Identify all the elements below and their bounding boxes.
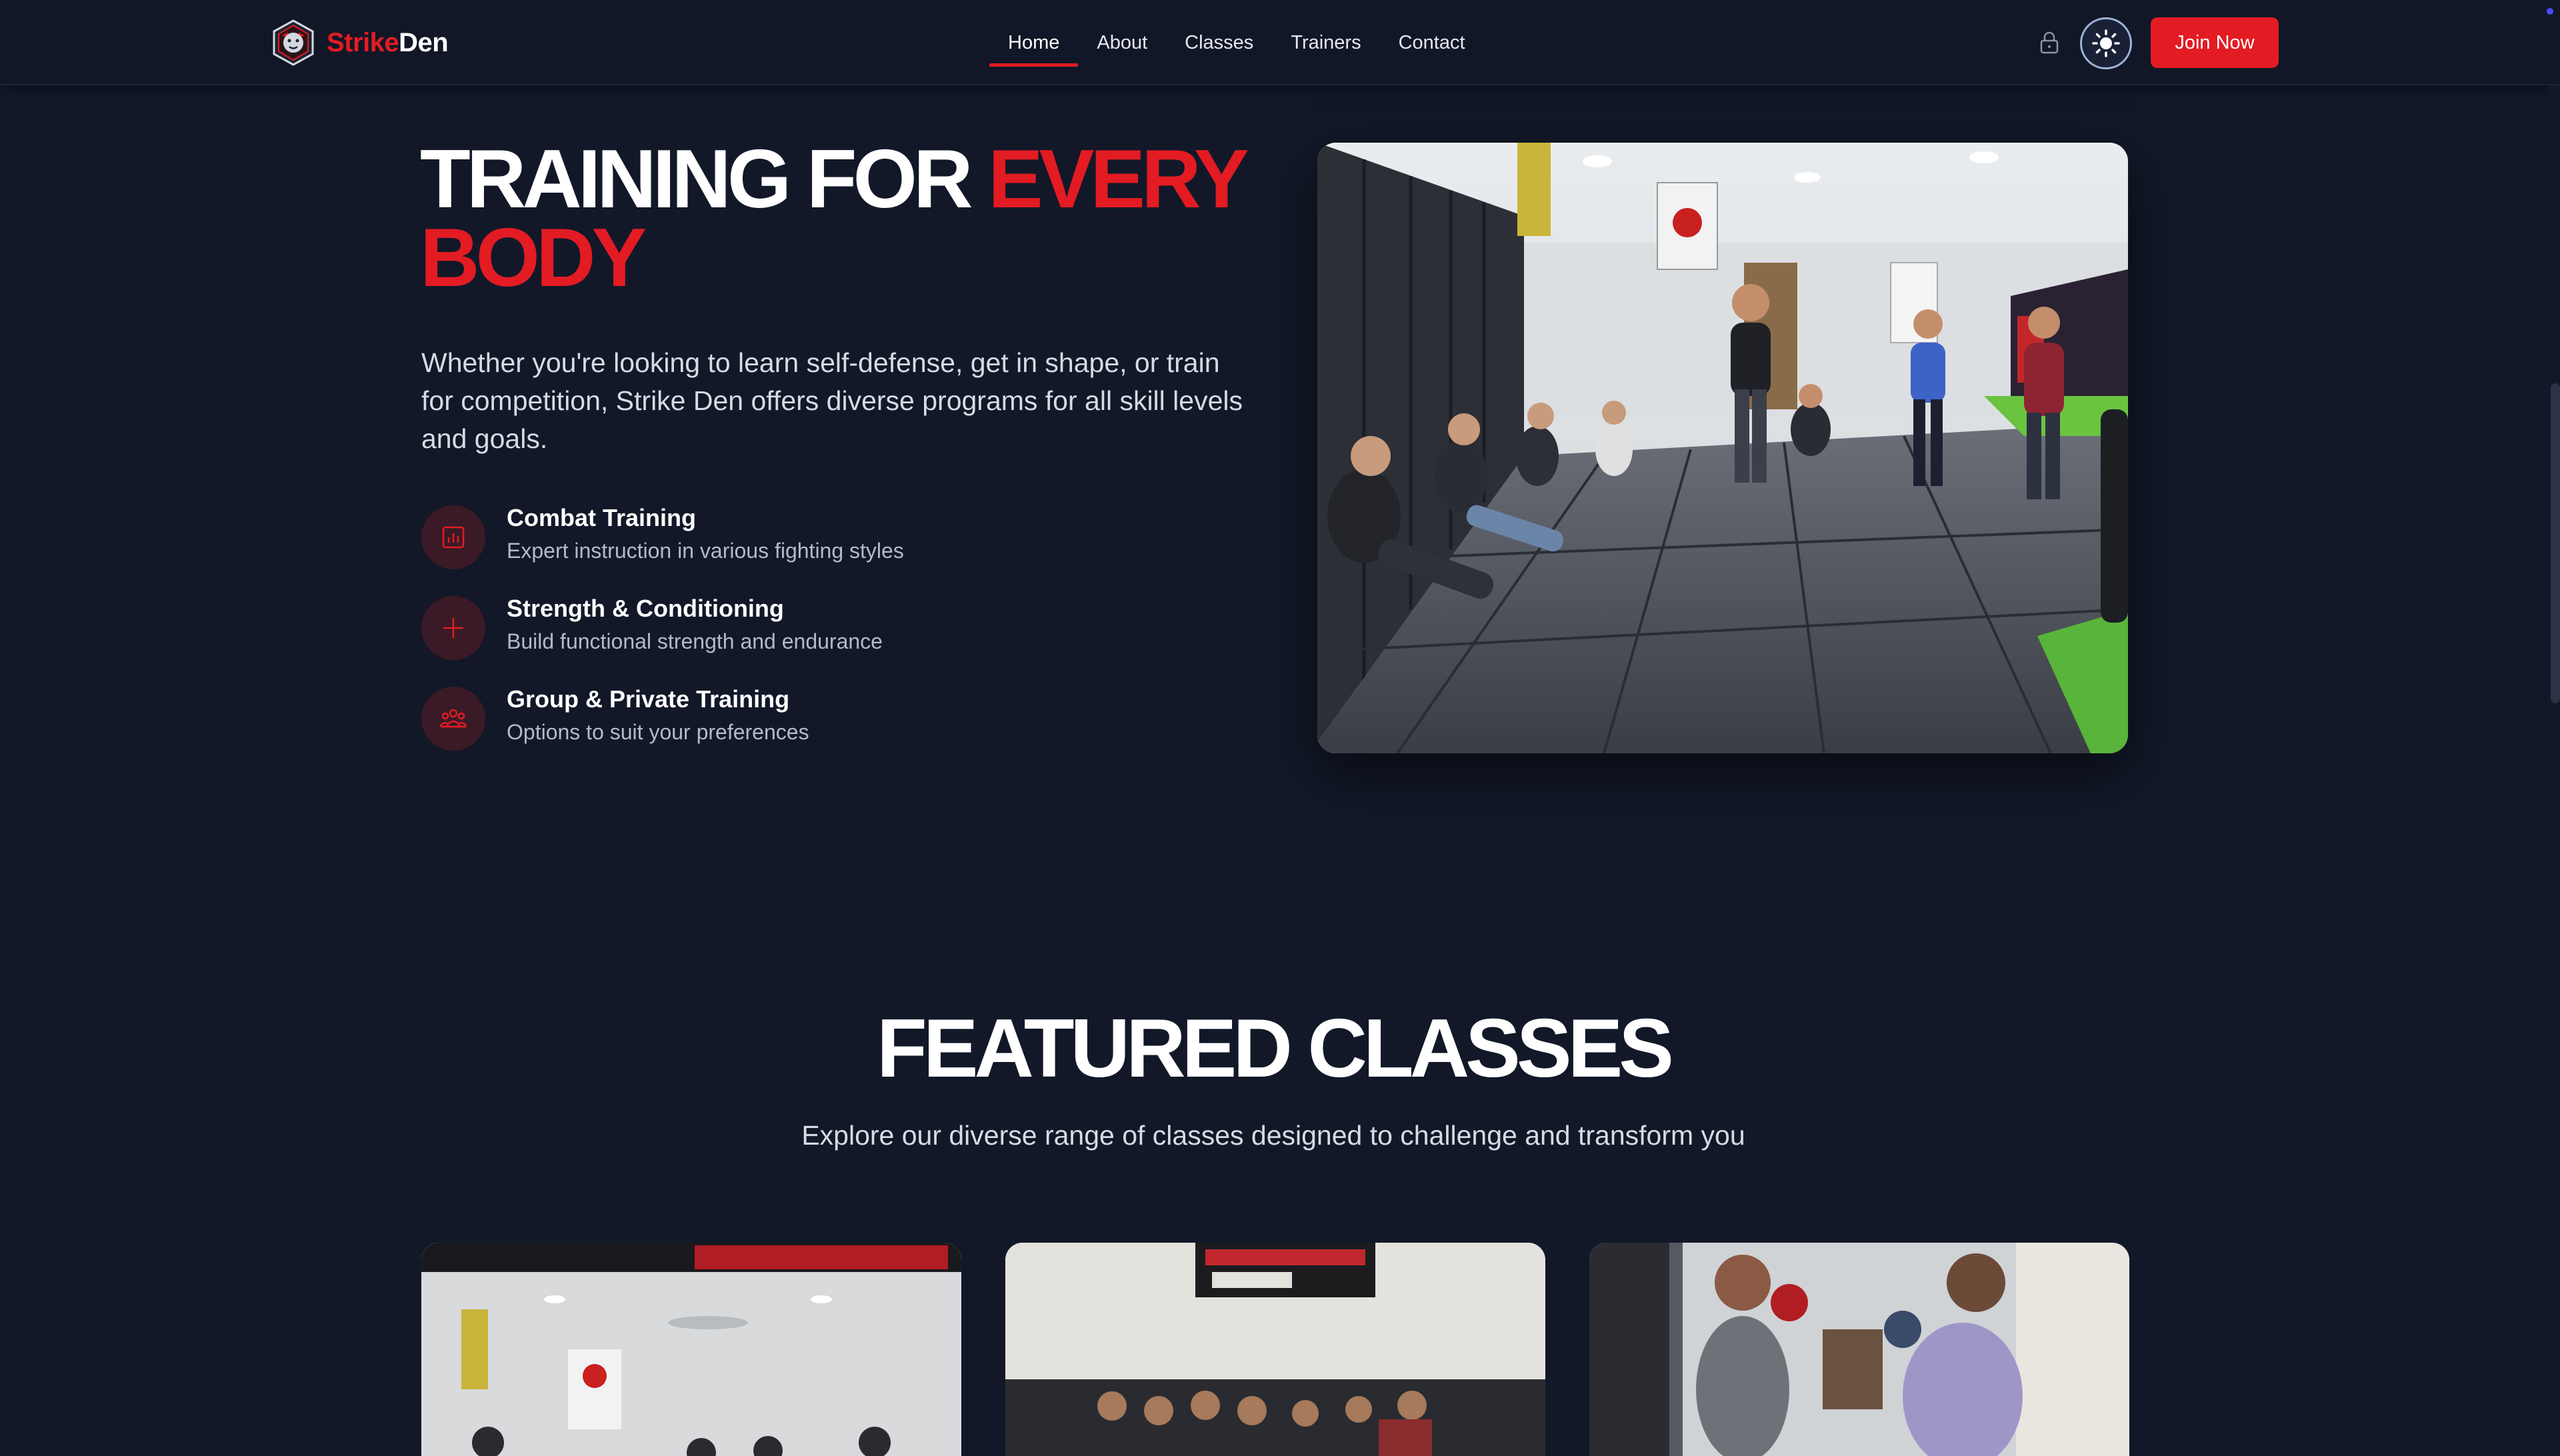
nav-link-trainers[interactable]: Trainers	[1272, 0, 1379, 85]
class-card-image	[1005, 1243, 1545, 1456]
feature-subtitle: Build functional strength and endurance	[507, 629, 883, 653]
hero-title: TRAINING FOR EVERY BODY	[420, 138, 1287, 299]
feature-item-combat-training: Combat Training Expert instruction in va…	[421, 504, 1221, 577]
feature-icon-wrap	[421, 505, 485, 569]
brand-name-strike: Strike	[327, 27, 399, 57]
navbar: StrikeDen Home About Classes Trainers Co…	[0, 0, 2560, 85]
feature-subtitle: Options to suit your preferences	[507, 720, 809, 744]
lion-head-logo-icon	[273, 19, 314, 66]
scrollbar-track[interactable]	[2548, 85, 2560, 1440]
lock-icon	[2040, 31, 2059, 54]
hero-description: Whether you're looking to learn self-def…	[421, 347, 1243, 454]
feature-subtitle: Expert instruction in various fighting s…	[507, 539, 904, 563]
feature-title: Strength & Conditioning	[507, 595, 784, 622]
feature-item-group-private-training: Group & Private Training Options to suit…	[421, 685, 1221, 759]
scrollbar-thumb[interactable]	[2551, 383, 2560, 703]
main-nav: Home About Classes Trainers Contact	[989, 0, 1484, 85]
brand-name: StrikeDen	[327, 27, 449, 58]
feature-icon-wrap	[421, 687, 485, 751]
feature-item-strength-conditioning: Strength & Conditioning Build functional…	[421, 595, 1221, 668]
feature-title: Group & Private Training	[507, 685, 790, 713]
chart-icon	[442, 526, 465, 549]
feature-title: Combat Training	[507, 504, 697, 531]
sun-icon	[2092, 29, 2120, 57]
featured-classes-subtitle: Explore our diverse range of classes des…	[801, 1120, 1745, 1151]
brand-name-den: Den	[399, 27, 449, 57]
featured-classes-title: FEATURED CLASSES	[876, 1003, 1674, 1095]
brand-logo-link[interactable]: StrikeDen	[269, 19, 449, 67]
nav-link-home[interactable]: Home	[989, 0, 1079, 85]
gym-training-scene-image	[1317, 143, 2128, 753]
join-now-button[interactable]: Join Now	[2151, 17, 2279, 68]
nav-link-about[interactable]: About	[1078, 0, 1166, 85]
class-card-image	[1589, 1243, 2129, 1456]
status-dot	[2547, 8, 2553, 15]
plus-icon	[443, 617, 464, 639]
login-button[interactable]	[2035, 28, 2064, 57]
class-card-3[interactable]	[1589, 1243, 2129, 1456]
hero-gym-photo	[1317, 143, 2128, 753]
class-card-1[interactable]	[421, 1243, 961, 1456]
class-card-2[interactable]	[1005, 1243, 1545, 1456]
nav-link-classes[interactable]: Classes	[1166, 0, 1272, 85]
class-card-image	[421, 1243, 961, 1456]
theme-toggle-button[interactable]	[2080, 17, 2132, 69]
group-icon	[439, 709, 467, 728]
nav-link-contact[interactable]: Contact	[1380, 0, 1484, 85]
feature-icon-wrap	[421, 596, 485, 660]
